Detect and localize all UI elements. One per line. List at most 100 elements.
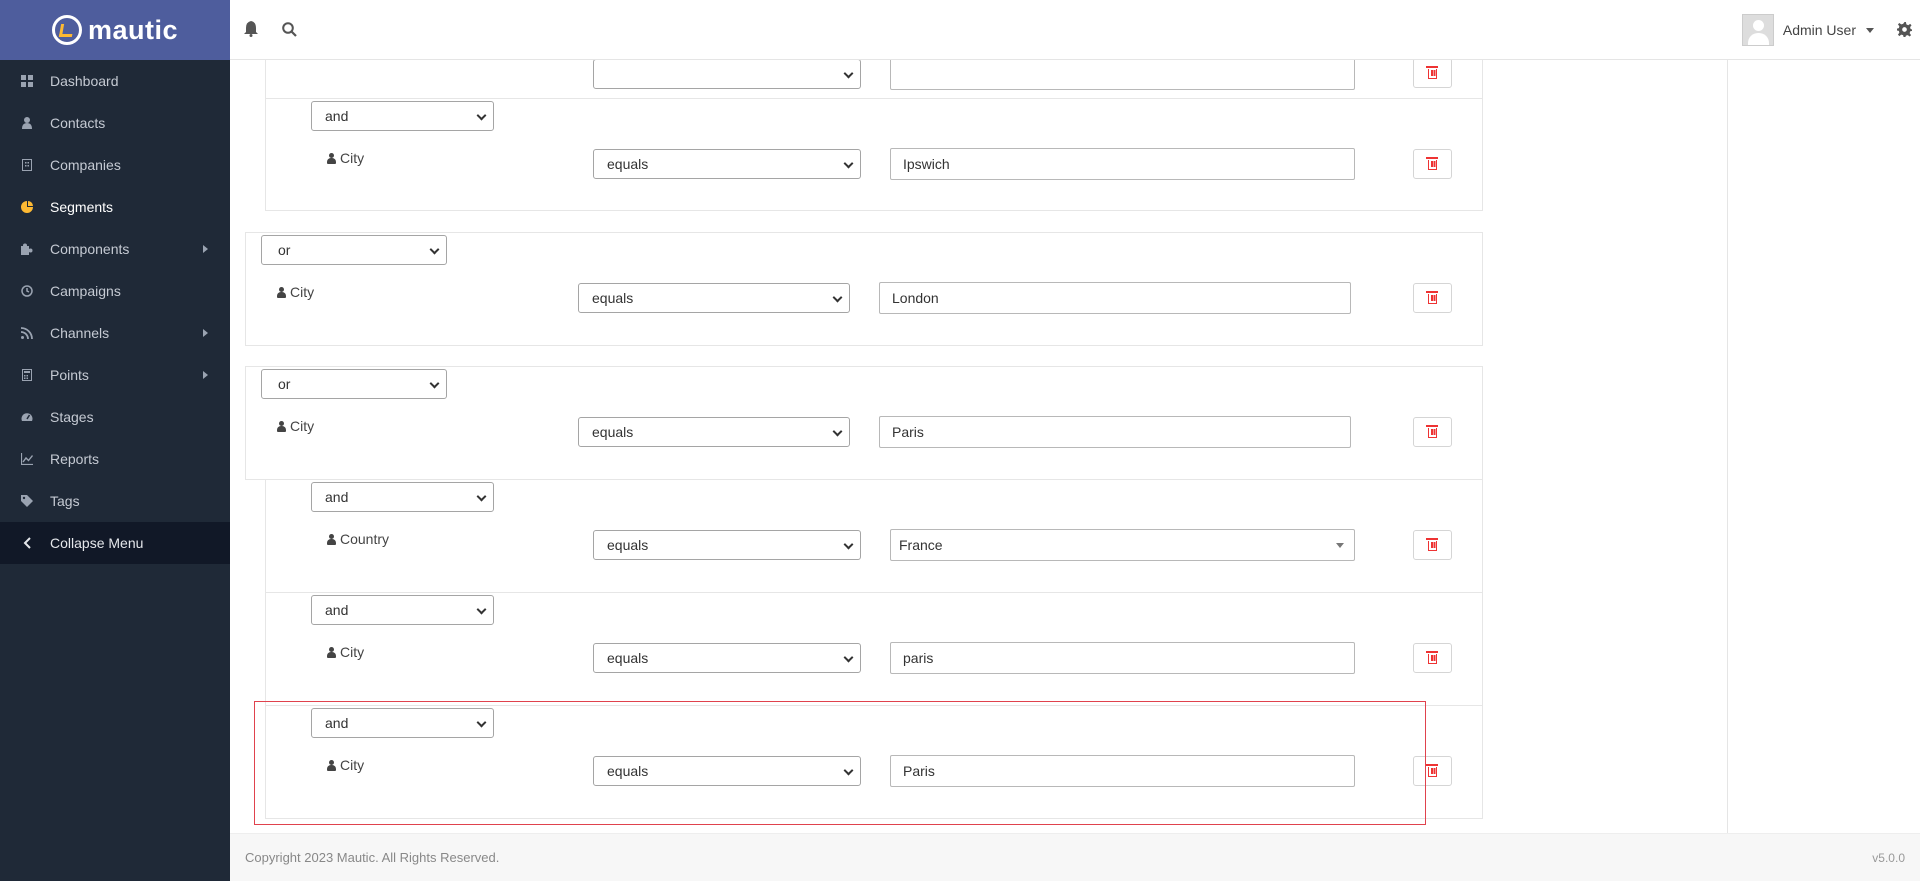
- glue-value: or: [278, 242, 291, 258]
- value-input[interactable]: Paris: [879, 416, 1351, 448]
- value-input-partial[interactable]: [890, 60, 1355, 90]
- delete-filter-button[interactable]: [1413, 149, 1452, 179]
- delete-filter-button[interactable]: [1413, 756, 1452, 786]
- operator-select[interactable]: equals: [593, 756, 861, 786]
- glue-select[interactable]: or: [261, 235, 447, 265]
- sidebar-item-label: Components: [50, 241, 130, 257]
- sidebar-item-points[interactable]: Points: [0, 354, 230, 396]
- value-input[interactable]: Paris: [890, 755, 1355, 787]
- trash-icon: [1426, 157, 1438, 170]
- operator-select[interactable]: equals: [578, 283, 850, 313]
- chevron-down-icon: [843, 68, 854, 79]
- operator-select[interactable]: equals: [593, 530, 861, 560]
- glue-value: or: [278, 376, 291, 392]
- field-name: City: [340, 644, 365, 660]
- filter-row: and City equals paris: [265, 592, 1483, 706]
- chevron-right-icon: [203, 329, 208, 337]
- delete-filter-button[interactable]: [1413, 417, 1452, 447]
- value-input[interactable]: London: [879, 282, 1351, 314]
- glue-select[interactable]: and: [311, 595, 494, 625]
- input-value: London: [892, 290, 939, 306]
- filter-field-label: City: [327, 150, 364, 166]
- operator-value: equals: [607, 537, 649, 553]
- glue-select[interactable]: and: [311, 101, 494, 131]
- tag-icon: [20, 494, 34, 508]
- sidebar-item-label: Campaigns: [50, 283, 121, 299]
- glue-select[interactable]: and: [311, 482, 494, 512]
- sidebar-item-label: Contacts: [50, 115, 106, 131]
- input-value: France: [899, 537, 943, 553]
- collapse-menu-button[interactable]: Collapse Menu: [0, 522, 230, 564]
- chevron-right-icon: [203, 245, 208, 253]
- sidebar-item-segments[interactable]: Segments: [0, 186, 230, 228]
- input-value: Ipswich: [903, 156, 950, 172]
- sidebar-item-label: Channels: [50, 325, 110, 341]
- field-name: City: [290, 284, 315, 300]
- chevron-down-icon: [429, 244, 440, 255]
- sidebar-item-stages[interactable]: Stages: [0, 396, 230, 438]
- chevron-down-icon: [832, 426, 843, 437]
- value-input[interactable]: paris: [890, 642, 1355, 674]
- search-icon[interactable]: [279, 19, 299, 39]
- bell-icon[interactable]: [241, 19, 261, 39]
- sidebar-item-label: Reports: [50, 451, 100, 467]
- sidebar-item-companies[interactable]: Companies: [0, 144, 230, 186]
- sidebar-item-components[interactable]: Components: [0, 228, 230, 270]
- input-value: Paris: [892, 424, 924, 440]
- filter-row: or City equals Paris: [245, 366, 1483, 480]
- dashboard-icon: [20, 74, 34, 88]
- operator-select[interactable]: equals: [593, 149, 861, 179]
- filter-field-label: Country: [327, 531, 389, 547]
- sidebar-item-contacts[interactable]: Contacts: [0, 102, 230, 144]
- sidebar-item-channels[interactable]: Channels: [0, 312, 230, 354]
- delete-filter-button[interactable]: [1413, 530, 1452, 560]
- gear-icon[interactable]: [1894, 19, 1914, 39]
- sidebar-item-reports[interactable]: Reports: [0, 438, 230, 480]
- version-text: v5.0.0: [1872, 851, 1905, 865]
- right-panel-divider: [1727, 60, 1728, 833]
- caret-down-icon: [1866, 27, 1874, 33]
- operator-select-partial[interactable]: [593, 60, 861, 89]
- mautic-logo-icon: [51, 15, 82, 45]
- operator-select[interactable]: equals: [578, 417, 850, 447]
- trash-icon: [1426, 425, 1438, 438]
- chevron-down-icon: [843, 158, 854, 169]
- value-input[interactable]: Ipswich: [890, 148, 1355, 180]
- filter-row: and Country equals France: [265, 479, 1483, 593]
- trash-icon: [1426, 764, 1438, 777]
- sidebar-item-campaigns[interactable]: Campaigns: [0, 270, 230, 312]
- country-select[interactable]: France: [890, 529, 1355, 561]
- sidebar-item-label: Dashboard: [50, 73, 119, 89]
- glue-select[interactable]: or: [261, 369, 447, 399]
- brand-logo[interactable]: mautic: [0, 0, 230, 60]
- chevron-down-icon: [843, 652, 854, 663]
- puzzle-icon: [20, 242, 34, 256]
- delete-filter-button[interactable]: [1413, 283, 1452, 313]
- trash-icon: [1426, 291, 1438, 304]
- user-menu[interactable]: Admin User: [1741, 14, 1874, 46]
- operator-select[interactable]: equals: [593, 643, 861, 673]
- input-value: Paris: [903, 763, 935, 779]
- delete-filter-button[interactable]: [1413, 60, 1452, 88]
- chevron-right-icon: [203, 371, 208, 379]
- delete-filter-button[interactable]: [1413, 643, 1452, 673]
- main-nav: Dashboard Contacts Companies Segments Co…: [0, 60, 230, 564]
- user-icon: [327, 759, 336, 771]
- chevron-down-icon: [476, 491, 487, 502]
- sidebar-item-label: Stages: [50, 409, 94, 425]
- operator-value: equals: [592, 424, 634, 440]
- user-icon: [277, 286, 286, 298]
- glue-select[interactable]: and: [311, 708, 494, 738]
- filter-row: or City equals London: [245, 232, 1483, 346]
- chevron-down-icon: [843, 765, 854, 776]
- filter-row: and City equals Ipswich: [265, 98, 1483, 211]
- field-name: City: [290, 418, 315, 434]
- sidebar-item-label: Companies: [50, 157, 121, 173]
- sidebar-item-dashboard[interactable]: Dashboard: [0, 60, 230, 102]
- user-icon: [327, 152, 336, 164]
- filter-field-label: City: [277, 418, 314, 434]
- operator-value: equals: [592, 290, 634, 306]
- sidebar-item-label: Segments: [50, 199, 114, 215]
- line-chart-icon: [20, 452, 34, 466]
- sidebar-item-tags[interactable]: Tags: [0, 480, 230, 522]
